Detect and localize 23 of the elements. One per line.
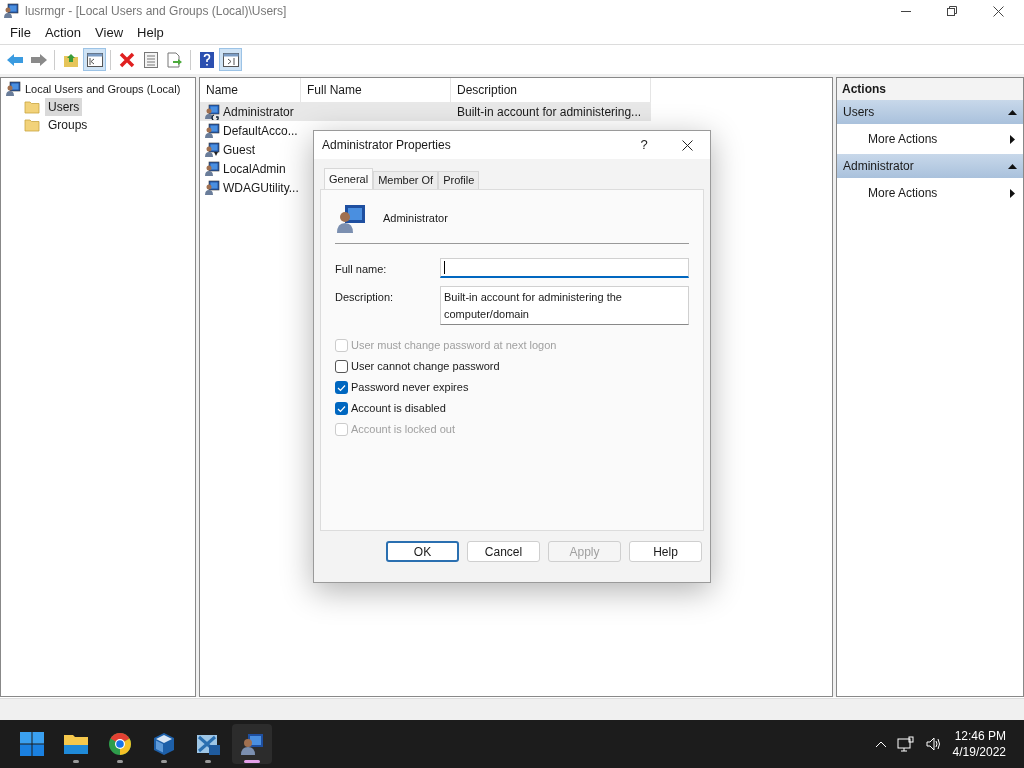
action-label: More Actions	[868, 185, 938, 202]
user-name: WDAGUtility...	[223, 179, 299, 197]
section-title: Users	[843, 104, 875, 121]
checkbox-label: Account is locked out	[351, 422, 455, 438]
section-title: Administrator	[843, 158, 914, 175]
clock-date: 4/19/2022	[952, 744, 1006, 760]
clock-time: 12:46 PM	[954, 728, 1006, 744]
user-name: LocalAdmin	[223, 160, 286, 178]
checkbox-label: User must change password at next logon	[351, 338, 557, 354]
checkbox-label: Password never expires	[351, 380, 469, 396]
window-title: lusrmgr - [Local Users and Groups (Local)\Users]	[25, 3, 287, 20]
action-label: More Actions	[868, 131, 938, 148]
checkbox-label: User cannot change password	[351, 359, 500, 375]
dialog-title: Administrator Properties	[322, 137, 451, 154]
field-label: Description:	[335, 290, 395, 305]
user-name: DefaultAcco...	[223, 122, 298, 140]
user-name: Administrator	[383, 211, 448, 227]
user-name: Guest	[223, 141, 255, 159]
actions-header: Actions	[837, 78, 1023, 100]
user-description: Built-in account for administering...	[457, 104, 642, 119]
checkbox-label: Account is disabled	[351, 401, 446, 417]
field-label: Full name:	[335, 262, 388, 277]
user-name: Administrator	[223, 103, 294, 121]
